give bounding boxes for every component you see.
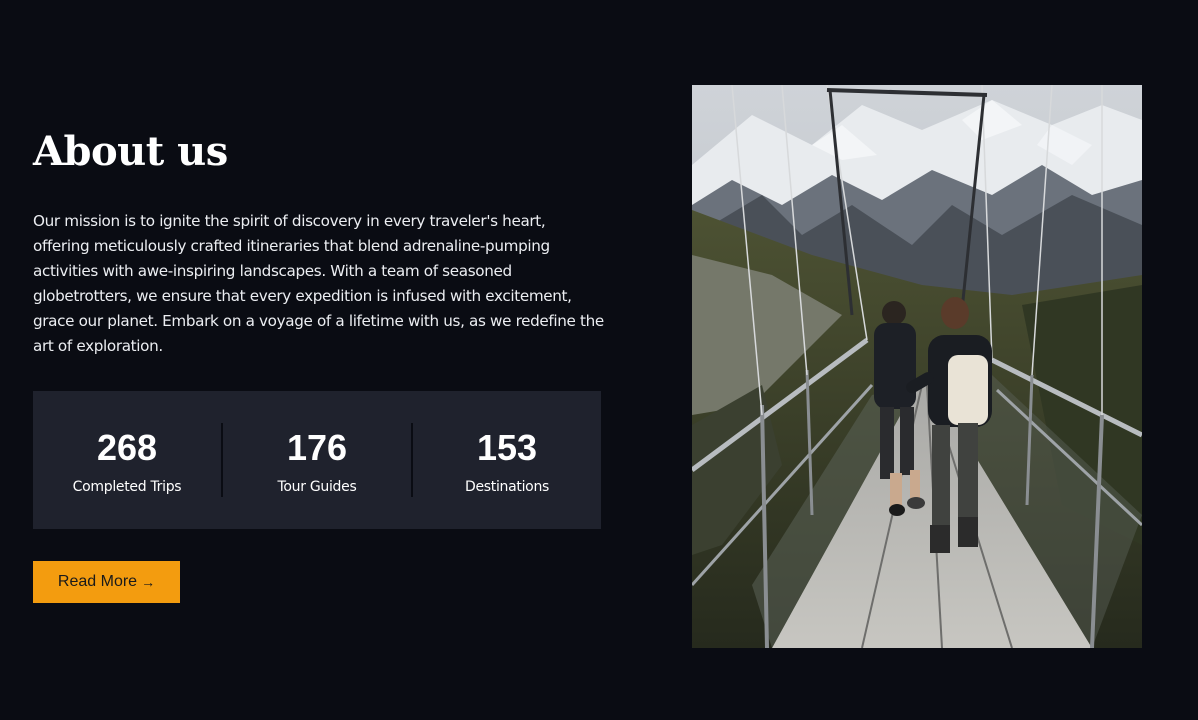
page-title: About us [33, 128, 228, 175]
read-more-label: Read More [57, 573, 138, 590]
stat-label: Completed Trips [72, 479, 182, 495]
stat-label: Tour Guides [277, 479, 357, 495]
stat-number: 153 [476, 427, 538, 468]
stats-panel: 268 Completed Trips 176 Tour Guides 153 … [33, 391, 601, 529]
mission-text: Our mission is to ignite the spirit of d… [33, 212, 604, 355]
stat-completed-trips: 268 Completed Trips [33, 391, 221, 529]
bridge-hikers-illustration [692, 85, 1142, 648]
hero-photo-suspension-bridge-hikers [692, 85, 1142, 648]
about-section: About us Our mission is to ignite the sp… [0, 0, 1198, 720]
arrow-right-icon: → [141, 574, 156, 590]
read-more-button[interactable]: Read More → [33, 561, 180, 603]
stat-number: 268 [96, 427, 158, 468]
stat-label: Destinations [464, 479, 550, 495]
stat-number: 176 [286, 427, 348, 468]
stat-destinations: 153 Destinations [413, 391, 601, 529]
stat-tour-guides: 176 Tour Guides [223, 391, 411, 529]
